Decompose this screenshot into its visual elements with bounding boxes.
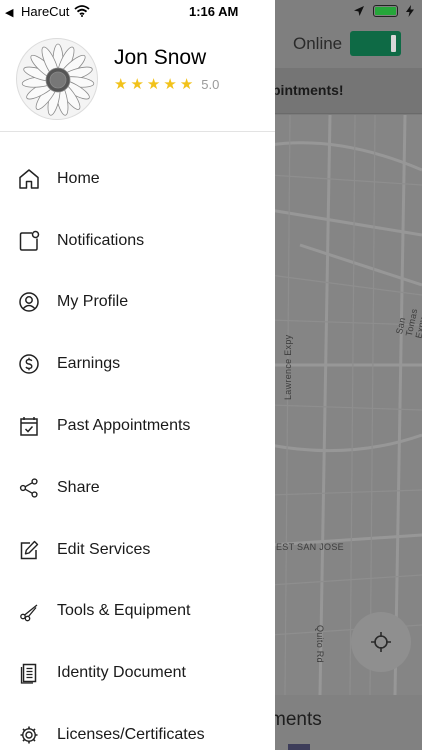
back-to-app-icon[interactable]: ◀ [5, 6, 13, 19]
menu-item-tools-equipment[interactable]: Tools & Equipment [0, 581, 275, 643]
menu-item-label: Licenses/Certificates [57, 726, 205, 744]
banner-text: pintments! [272, 82, 344, 98]
drawer-menu: Home Notifications My Profile Earnings P… [0, 132, 275, 750]
menu-item-my-profile[interactable]: My Profile [0, 272, 275, 334]
battery-icon [373, 5, 398, 17]
location-arrow-icon [354, 6, 364, 16]
rating-value: 5.0 [201, 77, 220, 92]
share-icon [17, 476, 41, 500]
online-toggle[interactable] [350, 31, 401, 56]
menu-item-label: Edit Services [57, 540, 151, 558]
status-bar-right [353, 5, 414, 17]
menu-item-label: Tools & Equipment [57, 602, 191, 620]
home-icon [17, 167, 41, 191]
notification-icon [17, 229, 41, 253]
document-icon [17, 661, 41, 685]
menu-item-label: Earnings [57, 355, 121, 373]
online-label: Online [293, 34, 343, 53]
menu-item-share[interactable]: Share [0, 457, 275, 519]
menu-item-label: Share [57, 478, 100, 496]
menu-item-label: Notifications [57, 231, 145, 249]
dollar-icon [17, 352, 41, 376]
bottom-sheet-title: ments [270, 709, 322, 730]
menu-item-label: My Profile [57, 293, 129, 311]
menu-item-past-appointments[interactable]: Past Appointments [0, 395, 275, 457]
menu-item-label: Past Appointments [57, 417, 191, 435]
status-bar: ◀ HareCut 1:16 AM [0, 0, 275, 24]
menu-item-label: Identity Document [57, 664, 186, 682]
menu-item-home[interactable]: Home [0, 148, 275, 210]
gear-icon [17, 723, 41, 747]
charging-bolt-icon [406, 5, 414, 17]
edit-icon [17, 538, 41, 562]
scissors-icon [17, 599, 41, 623]
back-to-app-label[interactable]: HareCut [21, 4, 69, 19]
star-icon: ★ [179, 76, 194, 93]
menu-item-earnings[interactable]: Earnings [0, 333, 275, 395]
menu-item-identity-document[interactable]: Identity Document [0, 642, 275, 704]
status-time: 1:16 AM [189, 4, 239, 19]
profile-header[interactable]: Jon Snow ★ ★ ★ ★ ★ 5.0 [0, 24, 275, 132]
menu-item-licenses-certificates[interactable]: Licenses/Certificates [0, 704, 275, 750]
star-icon: ★ [163, 76, 177, 93]
profile-icon [17, 290, 41, 314]
map-label-quito: Quito Rd [315, 625, 325, 663]
star-icon: ★ [130, 76, 144, 93]
menu-item-label: Home [57, 169, 100, 187]
map-label-lawrence: Lawrence Expy [283, 334, 293, 400]
locate-me-button[interactable] [351, 612, 411, 672]
star-icon: ★ [114, 76, 128, 93]
wifi-icon [74, 5, 90, 17]
avatar[interactable] [16, 38, 98, 120]
sunflower-avatar-image [21, 43, 95, 116]
menu-item-edit-services[interactable]: Edit Services [0, 519, 275, 581]
crosshair-icon [371, 632, 391, 652]
profile-name: Jon Snow [114, 46, 207, 69]
map-label-west-san-jose: EST SAN JOSE [276, 542, 344, 552]
bottom-sheet-tab [288, 744, 310, 750]
menu-item-notifications[interactable]: Notifications [0, 210, 275, 272]
navigation-drawer: ◀ HareCut 1:16 AM Jon Snow ★ ★ ★ ★ ★ 5.0… [0, 0, 275, 750]
calendar-check-icon [17, 414, 41, 438]
star-icon: ★ [146, 76, 161, 93]
rating-stars: ★ ★ ★ ★ ★ 5.0 [114, 76, 219, 93]
